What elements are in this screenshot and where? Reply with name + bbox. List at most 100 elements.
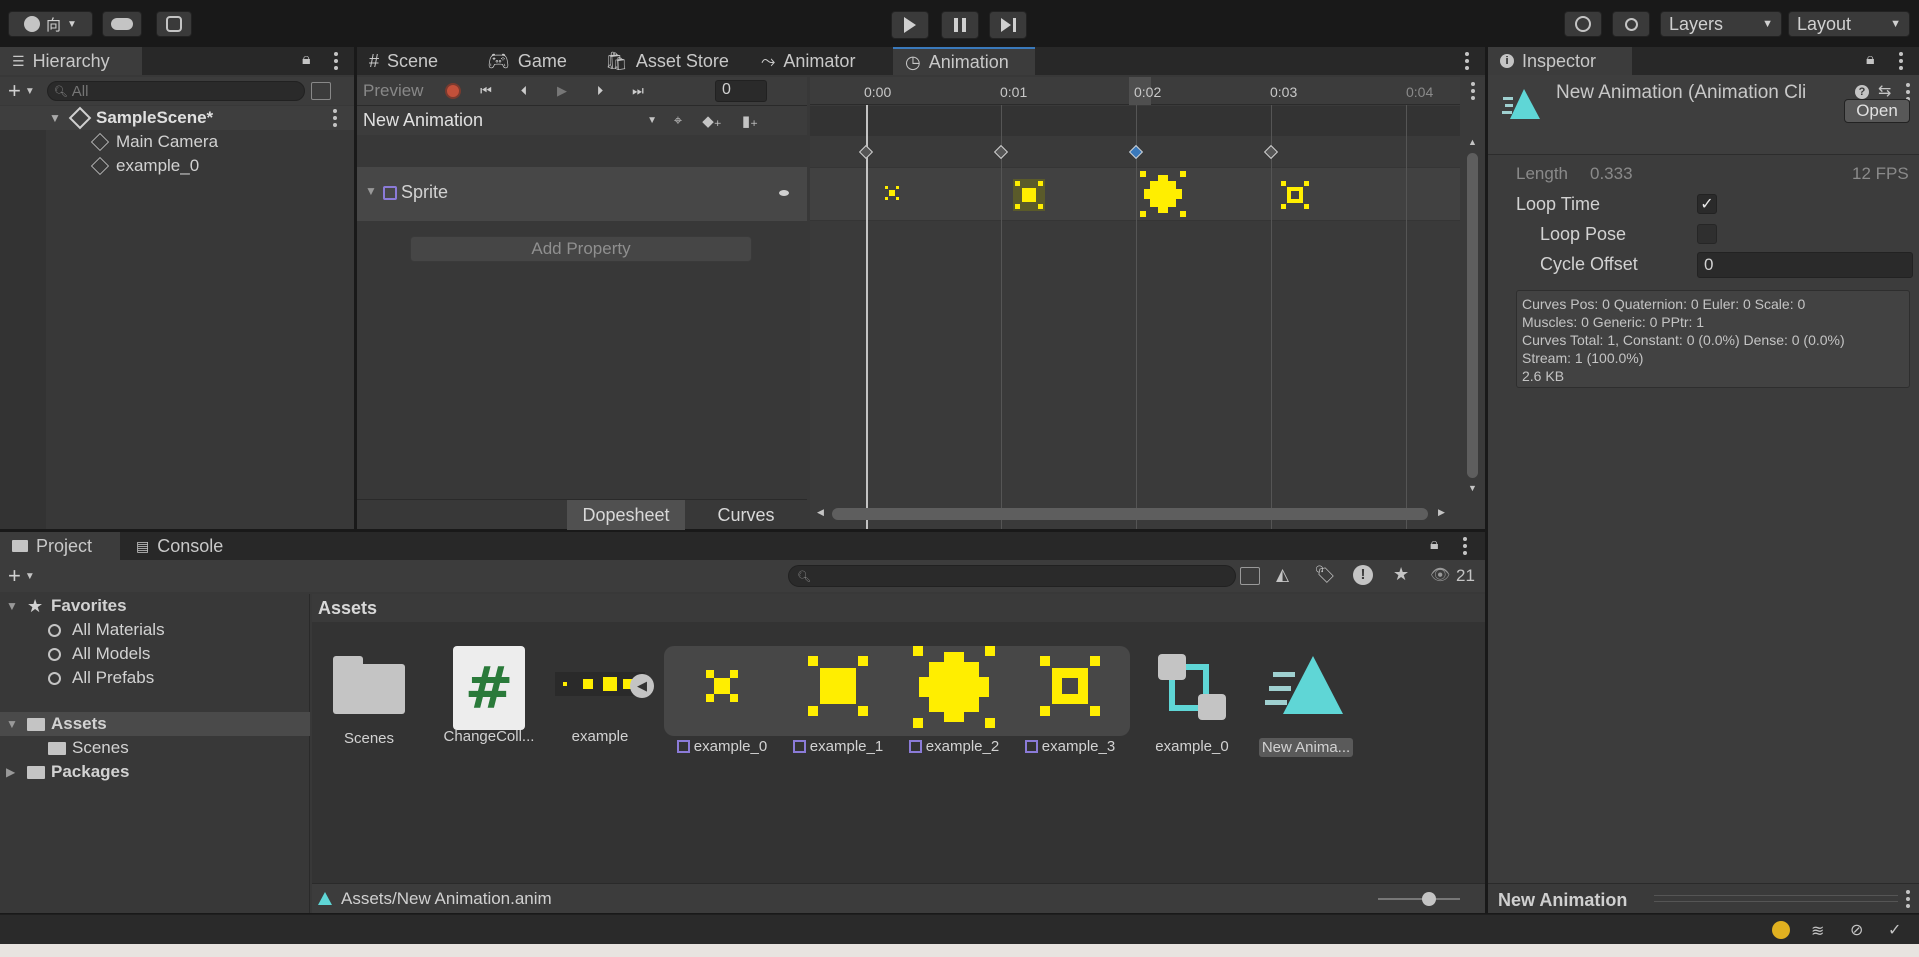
more-options-icon[interactable] (1464, 52, 1470, 70)
sprite-sheet-asset[interactable]: ◀ example (548, 652, 654, 745)
curves-tab[interactable]: Curves (687, 500, 805, 530)
prev-key-icon[interactable]: ⏴ (505, 83, 543, 99)
filter-icon[interactable]: ⌖ (663, 112, 693, 129)
tab-console[interactable]: ▤ Console (124, 532, 235, 560)
check-icon[interactable]: ✓ (1888, 920, 1901, 940)
preview-header[interactable]: New Animation (1488, 883, 1919, 913)
tab-animator[interactable]: ⤳ Animator (749, 47, 867, 75)
expand-icon[interactable]: ▼ (6, 717, 18, 731)
hidden-count-icon[interactable]: 👁︎ (1430, 565, 1450, 585)
play-button[interactable] (891, 11, 929, 39)
vertical-scrollbar[interactable]: ▲ ▼ (1463, 137, 1483, 499)
loop-pose-checkbox[interactable] (1697, 224, 1717, 244)
add-property-button[interactable]: Add Property (410, 236, 752, 262)
sprite-asset[interactable]: example_2 (902, 644, 1006, 755)
sprite-asset[interactable]: example_3 (1018, 650, 1122, 755)
chevron-down-icon[interactable]: ▼ (25, 86, 35, 97)
pause-button[interactable] (941, 11, 979, 39)
open-button[interactable]: Open (1844, 99, 1910, 123)
property-row[interactable]: ▼ Sprite (357, 167, 807, 221)
animation-clip-asset[interactable]: New Anima... (1250, 650, 1362, 757)
more-options-icon[interactable] (1898, 52, 1904, 70)
expand-icon[interactable]: ▼ (365, 184, 377, 198)
more-options-icon[interactable] (333, 52, 339, 70)
dopesheet-tab[interactable]: Dopesheet (567, 500, 685, 530)
warning-icon[interactable]: ! (1353, 565, 1373, 585)
collapse-icon[interactable]: ◀ (630, 674, 654, 698)
packages-row[interactable]: ▶ Packages (0, 760, 310, 784)
project-search-field[interactable]: 🔍︎ (788, 565, 1236, 587)
more-options-icon[interactable] (1470, 82, 1476, 100)
add-icon[interactable]: + (8, 563, 21, 589)
tab-inspector[interactable]: i Inspector (1488, 47, 1632, 75)
list-item[interactable]: All Prefabs (0, 666, 310, 690)
preview-toggle[interactable]: Preview (357, 78, 439, 104)
lock-icon[interactable]: 🔒︎ (1430, 536, 1439, 554)
sprite-keyframe-selected[interactable] (1138, 169, 1188, 219)
tab-game[interactable]: 🎮︎ Game (475, 47, 579, 75)
layers-dropdown[interactable]: Layers ▼ (1660, 11, 1782, 37)
lock-icon[interactable]: 🔒︎ (302, 51, 311, 69)
clip-dropdown[interactable]: New Animation ▼ (357, 107, 663, 135)
star-icon[interactable]: ★ (1393, 564, 1409, 585)
search-by-type-icon[interactable] (1240, 567, 1260, 585)
scrollbar-thumb[interactable] (1467, 153, 1478, 478)
sprite-keyframe[interactable] (884, 185, 900, 201)
list-item[interactable]: All Materials (0, 618, 310, 642)
add-event-icon[interactable]: ▮₊ (731, 112, 769, 130)
tab-hierarchy[interactable]: ☰ Hierarchy (0, 47, 142, 75)
presets-icon[interactable]: ⇆ (1878, 81, 1891, 101)
undo-history-button[interactable] (1564, 11, 1602, 37)
step-button[interactable] (989, 11, 1027, 39)
diamond-key-icon[interactable] (779, 190, 789, 196)
list-item[interactable]: Main Camera (0, 130, 354, 154)
filter-by-type-icon[interactable]: ◭ (1276, 565, 1289, 585)
tab-asset-store[interactable]: 🛍︎ Asset Store (593, 47, 741, 75)
add-icon[interactable]: + (8, 78, 21, 104)
more-options-icon[interactable] (1462, 537, 1468, 555)
cloud-button[interactable] (102, 11, 142, 37)
assets-row[interactable]: ▼ Assets (0, 712, 310, 736)
zoom-slider[interactable] (1378, 892, 1460, 906)
favorites-row[interactable]: ▼ ★ Favorites (0, 594, 310, 618)
more-options-icon[interactable] (332, 109, 338, 127)
expand-icon[interactable]: ▼ (6, 599, 18, 613)
sprite-keyframe[interactable] (1013, 179, 1045, 211)
layout-dropdown[interactable]: Layout ▼ (1788, 11, 1910, 37)
drag-handle[interactable] (1654, 895, 1898, 902)
scroll-left-icon[interactable]: ◀ (817, 507, 824, 518)
search-by-type-icon[interactable] (310, 82, 331, 100)
list-item[interactable]: example_0 (0, 154, 354, 178)
breadcrumb-item[interactable]: Assets (318, 598, 377, 619)
add-keyframe-icon[interactable]: ◆₊ (693, 112, 731, 130)
list-item[interactable]: All Models (0, 642, 310, 666)
play-icon[interactable]: ▶ (543, 83, 581, 99)
loop-time-checkbox[interactable]: ✓ (1697, 194, 1717, 214)
scroll-down-icon[interactable]: ▼ (1468, 483, 1477, 493)
sprite-asset[interactable]: example_1 (786, 650, 890, 755)
script-asset[interactable]: # ChangeColl... (442, 646, 536, 745)
horizontal-scrollbar[interactable]: ◀ ▶ (810, 499, 1460, 529)
tab-project[interactable]: Project (0, 532, 120, 560)
filter-by-label-icon[interactable]: 🏷︎ (1314, 565, 1336, 585)
bug-icon[interactable] (1772, 921, 1790, 939)
chevron-down-icon[interactable]: ▼ (25, 571, 35, 582)
sprite-asset[interactable]: example_0 (670, 650, 774, 755)
folder-asset[interactable]: Scenes (326, 652, 412, 747)
cycle-offset-field[interactable]: 0 (1697, 252, 1913, 278)
hierarchy-search-field[interactable]: 🔍︎ (46, 81, 305, 101)
list-item[interactable]: Scenes (0, 736, 310, 760)
more-options-icon[interactable] (1905, 890, 1911, 908)
help-icon[interactable]: ? (1855, 85, 1869, 99)
record-icon[interactable] (439, 79, 467, 103)
scrollbar-thumb[interactable] (832, 508, 1428, 520)
account-dropdown[interactable]: 向 ▼ (8, 11, 93, 37)
tab-animation[interactable]: ◷ Animation (893, 47, 1035, 75)
tab-scene[interactable]: # Scene (357, 47, 450, 75)
last-key-icon[interactable]: ⏭ (619, 83, 657, 99)
cache-server-icon[interactable]: ≋ (1811, 921, 1824, 941)
scroll-up-icon[interactable]: ▲ (1468, 137, 1477, 147)
sprite-keyframe[interactable] (1279, 179, 1311, 211)
first-key-icon[interactable]: ⏮ (467, 83, 505, 99)
collab-button[interactable] (156, 11, 192, 37)
